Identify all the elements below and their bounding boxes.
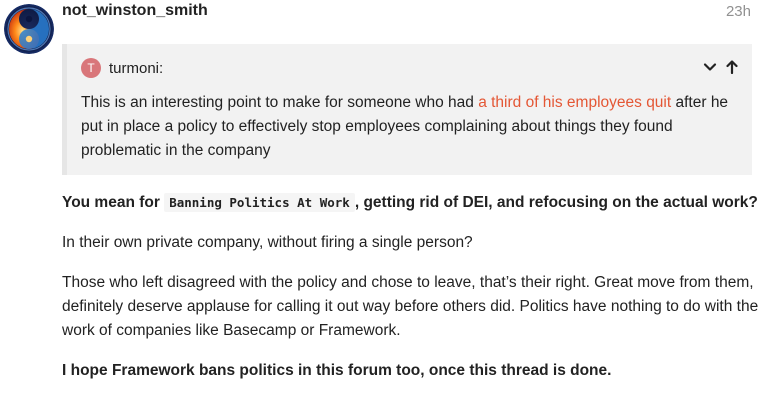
avatar[interactable] [4, 4, 54, 54]
paragraph-1: You mean for Banning Politics At Work, g… [62, 191, 762, 215]
p1-before: You mean for [62, 194, 165, 211]
post-timestamp[interactable]: 23h [726, 3, 751, 20]
chevron-down-icon[interactable] [702, 59, 718, 75]
quote-avatar-letter: T [87, 61, 95, 75]
arrow-up-icon[interactable] [724, 59, 740, 75]
p1-after: , getting rid of DEI, and refocusing on … [354, 194, 758, 211]
quote-controls [702, 59, 740, 75]
quote-username[interactable]: turmoni: [109, 60, 163, 77]
quote-avatar[interactable]: T [81, 58, 101, 78]
p4-bold: I hope Framework bans politics in this f… [62, 362, 612, 379]
post-body: You mean for Banning Politics At Work, g… [62, 191, 762, 399]
paragraph-2: In their own private company, without fi… [62, 234, 473, 251]
quote-text-before: This is an interesting point to make for… [81, 94, 479, 111]
quote-link[interactable]: a third of his employees quit [478, 94, 671, 111]
paragraph-4: I hope Framework bans politics in this f… [62, 359, 762, 383]
quote-header: T turmoni: [81, 57, 163, 79]
post-username[interactable]: not_winston_smith [62, 2, 208, 20]
quote-block: T turmoni: This is an interesting point … [62, 44, 752, 175]
yin-yang-avatar-icon [4, 4, 54, 54]
quote-text: This is an interesting point to make for… [81, 91, 741, 163]
inline-code: Banning Politics At Work [164, 193, 355, 212]
paragraph-3: Those who left disagreed with the policy… [62, 274, 759, 339]
